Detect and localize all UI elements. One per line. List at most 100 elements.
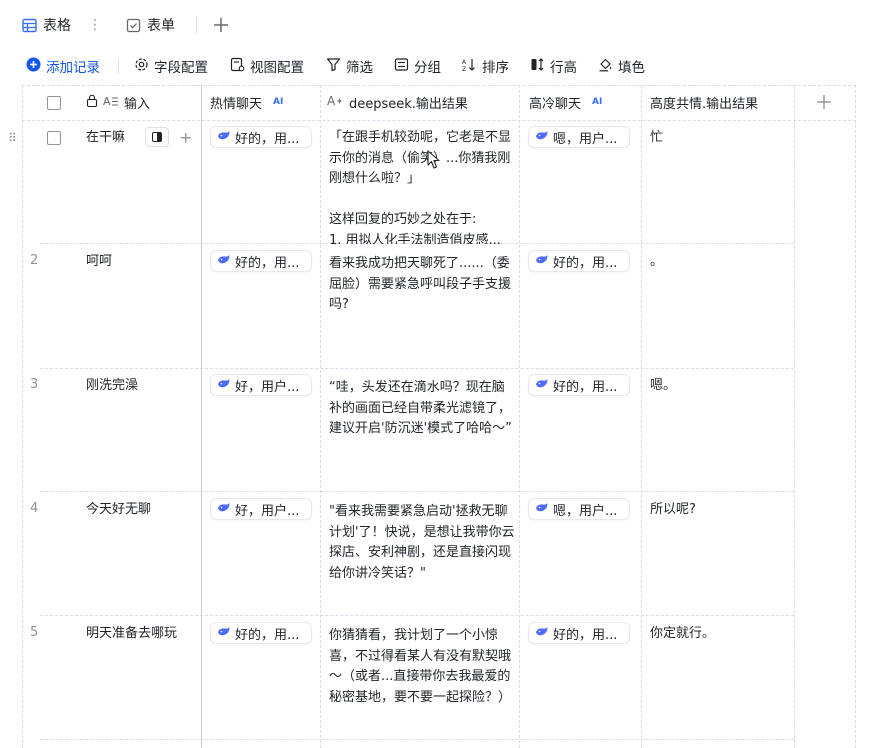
column-header-cold-chat-label: 高冷聊天: [529, 96, 582, 112]
ai-result-chip[interactable]: 好的，用...: [528, 374, 630, 396]
form-icon: [126, 18, 141, 33]
row-number: 4: [30, 501, 39, 516]
ai-result-chip[interactable]: 好的，用...: [210, 250, 312, 272]
chip-text: 好，用户...: [235, 503, 300, 519]
cell-deepseek-output[interactable]: “哇，头发还在滴水吗？现在脑补的画面已经自带柔光滤镜了，建议开启'防沉迷'模式了…: [329, 378, 515, 494]
svg-text:Z: Z: [462, 66, 466, 72]
chip-text: 嗯，用户...: [553, 503, 618, 519]
cell-deepseek-output[interactable]: "看来我需要紧急启动'拯救无聊计划'了！快说，是想让我带你云探店、安利神剧，还是…: [329, 502, 515, 618]
add-record-label: 添加记录: [46, 60, 100, 76]
cell-input[interactable]: 刚洗完澡: [86, 376, 174, 397]
add-record-button[interactable]: 添加记录: [26, 56, 100, 76]
cell-deepseek-output[interactable]: 「在跟手机较劲呢，它老是不显示你的消息（偷笑）...你猜我刚刚想什么啦？」 这样…: [329, 128, 515, 244]
cell-empathy-output[interactable]: 。: [650, 252, 790, 273]
cell-input[interactable]: 今天好无聊: [86, 500, 174, 521]
text-field-icon: A: [103, 94, 119, 111]
chip-text: 好的，用...: [235, 255, 300, 271]
cell-empathy-output[interactable]: 你定就行。: [650, 624, 790, 645]
fill-color-button[interactable]: 填色: [598, 56, 645, 76]
toolbar: 添加记录 字段配置 视图配置 筛选 分组 AZ 排序 行高 填色: [0, 52, 878, 80]
grid-line: [855, 85, 856, 748]
fill-color-label: 填色: [618, 60, 645, 76]
row-add-icon[interactable]: +: [179, 128, 192, 147]
add-view-icon[interactable]: [210, 14, 232, 36]
chip-text: 好，用户...: [235, 379, 300, 395]
whale-icon: [535, 254, 549, 269]
field-config-label: 字段配置: [154, 60, 208, 76]
toolbar-divider: [118, 60, 119, 74]
grid-line: [22, 85, 23, 748]
view-config-label: 视图配置: [250, 60, 304, 76]
select-all-checkbox[interactable]: [47, 96, 61, 110]
cell-empathy-output[interactable]: 嗯。: [650, 376, 790, 397]
more-icon[interactable]: ⋮: [88, 15, 102, 35]
ai-result-chip[interactable]: 嗯，用户...: [528, 498, 630, 520]
grid-line: [201, 85, 202, 748]
column-header-warm-chat[interactable]: 热情聊天 AI: [210, 85, 283, 119]
ai-result-chip[interactable]: 嗯，用户...: [528, 126, 630, 148]
grid-icon: [22, 18, 37, 33]
row-checkbox[interactable]: [47, 131, 61, 145]
cell-empathy-output[interactable]: 所以呢?: [650, 500, 790, 521]
tab-grid[interactable]: 表格: [22, 14, 71, 36]
whale-icon: [535, 378, 549, 393]
ai-badge: AI: [273, 97, 284, 107]
ai-result-chip[interactable]: 好的，用...: [210, 126, 312, 148]
chip-text: 好的，用...: [235, 627, 300, 643]
column-header-empathy-label: 高度共情.输出结果: [650, 96, 759, 112]
tab-form[interactable]: 表单: [126, 14, 175, 36]
column-header-warm-chat-label: 热情聊天: [210, 96, 263, 112]
lock-icon: [86, 94, 98, 111]
tab-form-label: 表单: [147, 18, 175, 34]
ai-result-chip[interactable]: 好的，用...: [528, 622, 630, 644]
expand-record-button[interactable]: [145, 127, 169, 147]
grid-line: [794, 85, 795, 748]
ai-text-field-icon: A: [327, 93, 344, 111]
tab-grid-label: 表格: [43, 18, 71, 34]
chip-text: 好的，用...: [553, 379, 618, 395]
svg-text:A: A: [327, 94, 336, 107]
expand-icon: [152, 132, 162, 142]
cell-input[interactable]: 明天准备去哪玩: [86, 624, 196, 645]
group-label: 分组: [414, 60, 441, 76]
filter-label: 筛选: [346, 60, 373, 76]
add-column-icon[interactable]: [816, 94, 832, 114]
column-header-deepseek-output[interactable]: A deepseek.输出结果: [327, 85, 468, 119]
svg-text:A: A: [462, 59, 467, 66]
cell-input[interactable]: 在干嘛: [86, 128, 144, 149]
filter-button[interactable]: 筛选: [326, 56, 373, 76]
column-header-cold-chat[interactable]: 高冷聊天 AI: [529, 85, 602, 119]
column-header-empathy-output[interactable]: 高度共情.输出结果: [650, 85, 758, 119]
column-header-input[interactable]: A 输入: [86, 85, 150, 119]
drag-handle-icon[interactable]: ⠿: [8, 131, 17, 145]
whale-icon: [217, 378, 231, 393]
gear-icon: [134, 57, 149, 76]
ai-badge: AI: [592, 97, 603, 107]
view-config-button[interactable]: 视图配置: [230, 56, 304, 76]
cell-empathy-output[interactable]: 忙: [650, 128, 790, 149]
whale-icon: [217, 502, 231, 517]
sort-button[interactable]: AZ 排序: [462, 56, 509, 76]
ai-result-chip[interactable]: 好的，用...: [528, 250, 630, 272]
ai-result-chip[interactable]: 好，用户...: [210, 374, 312, 396]
group-button[interactable]: 分组: [394, 56, 441, 76]
chip-text: 好的，用...: [553, 627, 618, 643]
cell-deepseek-output[interactable]: 看来我成功把天聊死了......（委屈脸）需要紧急呼叫段子手支援吗?: [329, 254, 515, 370]
view-tabs: 表格 ⋮ 表单: [0, 0, 878, 48]
chip-text: 嗯，用户...: [553, 131, 618, 147]
cell-deepseek-output[interactable]: 你猜猜看，我计划了一个小惊喜，不过得看某人有没有默契哦～（或者...直接带你去我…: [329, 626, 515, 742]
sort-label: 排序: [482, 60, 509, 76]
view-config-icon: [230, 57, 245, 76]
plus-circle-icon: [26, 57, 41, 76]
ai-result-chip[interactable]: 好的，用...: [210, 622, 312, 644]
whale-icon: [535, 626, 549, 641]
field-config-button[interactable]: 字段配置: [134, 56, 208, 76]
cell-input[interactable]: 呵呵: [86, 252, 174, 273]
grid-line: [519, 85, 520, 748]
tab-divider: [196, 16, 197, 34]
ai-result-chip[interactable]: 好，用户...: [210, 498, 312, 520]
row-number: 3: [30, 377, 39, 392]
grid-line: [641, 85, 642, 748]
row-height-button[interactable]: 行高: [530, 56, 577, 76]
sort-icon: AZ: [462, 57, 477, 76]
